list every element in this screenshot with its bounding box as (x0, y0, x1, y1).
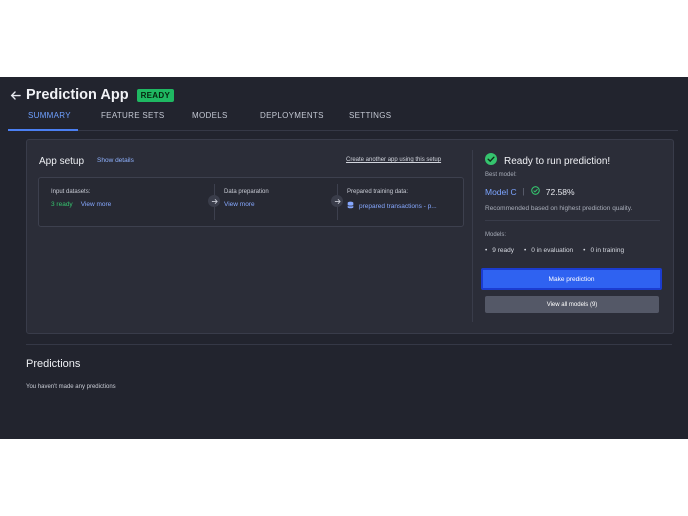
make-prediction-button[interactable]: Make prediction (481, 268, 662, 290)
ready-status: Ready to run prediction! (485, 152, 610, 170)
app-header: Prediction App READY (8, 83, 175, 107)
prediction-app-window: Prediction App READY SUMMARY FEATURE SET… (0, 77, 688, 439)
summary-card: App setup Show details Create another ap… (26, 139, 674, 334)
ready-title: Ready to run prediction! (504, 155, 611, 167)
panel-divider (472, 150, 473, 322)
create-another-app-link[interactable]: Create another app using this setup (346, 157, 441, 163)
step-label: Prepared training data: (347, 189, 409, 195)
models-label: Models: (485, 232, 507, 238)
dataset-icon (347, 201, 354, 211)
predictions-title: Predictions (26, 358, 81, 370)
step-label: Input datasets: (51, 189, 91, 195)
arrow-right-icon (208, 195, 220, 207)
tab-models[interactable]: MODELS (192, 111, 228, 120)
models-training-count: 0 in training (583, 247, 624, 254)
prepared-transactions-link[interactable]: prepared transactions - p... (359, 203, 437, 210)
models-stats: 9 ready 0 in evaluation 0 in training (485, 247, 624, 254)
tab-bar: SUMMARY FEATURE SETS MODELS DEPLOYMENTS … (8, 105, 678, 131)
show-details-link[interactable]: Show details (97, 157, 134, 164)
models-evaluation-count: 0 in evaluation (524, 247, 573, 254)
active-tab-indicator (8, 129, 78, 131)
best-model-label: Best model: (485, 172, 517, 178)
view-all-models-button[interactable]: View all models (9) (485, 296, 659, 313)
recommendation-text: Recommended based on highest prediction … (485, 205, 633, 212)
predictions-empty-text: You haven't made any predictions (26, 384, 116, 390)
back-arrow-icon[interactable] (8, 88, 22, 102)
step-data-preparation: Data preparation View more (224, 189, 269, 208)
step-prepared-training-data: Prepared training data: prepared transac… (347, 189, 437, 211)
page-title: Prediction App (26, 87, 129, 103)
tab-summary[interactable]: SUMMARY (28, 111, 71, 120)
check-circle-icon (485, 152, 497, 170)
arrow-right-icon (331, 195, 343, 207)
summary-divider (485, 220, 660, 221)
accuracy-icon (530, 186, 540, 197)
tab-settings[interactable]: SETTINGS (349, 111, 391, 120)
view-more-preparation-link[interactable]: View more (224, 201, 255, 208)
status-badge: READY (136, 88, 175, 102)
accuracy-value: 72.58% (545, 186, 575, 197)
best-model-row: Model C | 72.58% (485, 186, 575, 197)
models-ready-count: 9 ready (485, 247, 514, 254)
section-divider (26, 344, 672, 345)
app-setup-title: App setup (39, 156, 85, 167)
tab-deployments[interactable]: DEPLOYMENTS (260, 111, 324, 120)
tab-feature-sets[interactable]: FEATURE SETS (101, 111, 164, 120)
view-more-datasets-link[interactable]: View more (81, 201, 112, 208)
step-input-datasets: Input datasets: 3 ready View more (51, 189, 111, 208)
datasets-ready-count: 3 ready (51, 201, 73, 208)
best-model-link[interactable]: Model C (485, 187, 517, 197)
step-label: Data preparation (224, 189, 269, 195)
setup-pipeline: Input datasets: 3 ready View more Data p… (38, 177, 464, 227)
separator: | (522, 187, 525, 196)
